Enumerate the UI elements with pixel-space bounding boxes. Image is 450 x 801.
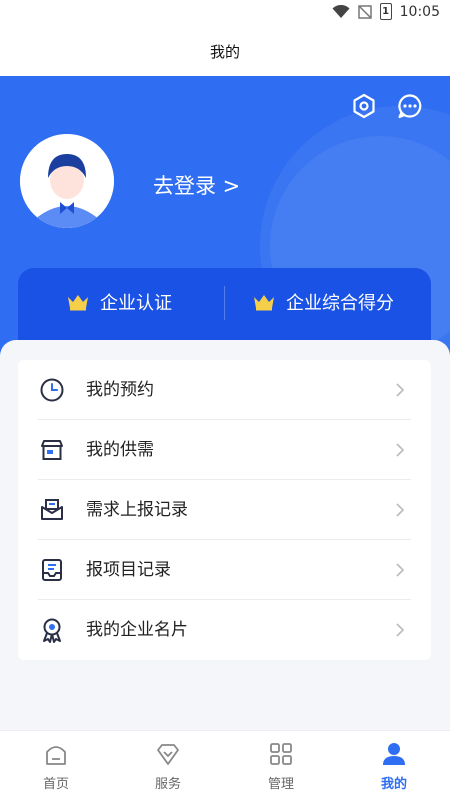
menu-item-appointments[interactable]: 我的预约 [18,360,431,420]
tab-mine[interactable]: 我的 [338,731,450,801]
menu-item-supply-demand[interactable]: 我的供需 [18,420,431,480]
tab-label: 我的 [380,777,407,792]
badge-icon [38,616,66,644]
tab-home[interactable]: 首页 [0,731,112,801]
profile-header: 去登录 > 企业认证 企业综合得分 [0,76,450,366]
status-time: 10:05 [399,3,440,20]
chevron-right-icon [396,623,405,637]
menu-list: 我的预约 我的供需 需求上报记录 报项目记录 我的企业名片 [18,360,431,660]
battery-icon: 1 [379,3,392,20]
menu-item-demand-report[interactable]: 需求上报记录 [18,480,431,540]
grid-icon [270,743,292,765]
tab-label: 首页 [42,777,69,792]
no-signal-icon [357,4,372,19]
login-link[interactable]: 去登录 > [153,170,240,200]
clock-icon [38,376,66,404]
menu-item-label: 报项目记录 [86,560,171,580]
wifi-icon [332,4,350,18]
menu-item-label: 我的供需 [86,440,154,460]
tab-services[interactable]: 服务 [112,731,224,801]
tab-manage[interactable]: 管理 [225,731,337,801]
inbox-icon [38,556,66,584]
menu-item-label: 需求上报记录 [86,500,188,520]
bottom-tab-bar: 首页 服务 管理 我的 [0,730,450,801]
store-icon [38,436,66,464]
menu-item-label: 我的企业名片 [86,620,188,640]
chevron-right-icon [396,563,405,577]
tab-label: 服务 [154,777,181,792]
crown-icon [68,295,88,311]
page-title: 我的 [209,42,240,61]
tab-label: 管理 [267,777,294,792]
diamond-icon [157,744,179,765]
top-bar: 我的 [0,26,450,76]
content-panel: 我的预约 我的供需 需求上报记录 报项目记录 我的企业名片 [0,340,450,730]
status-icons: 1 10:05 [332,3,440,20]
menu-item-project-report[interactable]: 报项目记录 [18,540,431,600]
home-icon [46,746,66,765]
menu-item-business-card[interactable]: 我的企业名片 [18,600,431,660]
chevron-right-icon [396,443,405,457]
enterprise-cert-label: 企业认证 [100,293,172,314]
status-bar: 1 10:05 [0,0,450,26]
message-icon[interactable] [396,92,424,120]
divider [224,286,225,320]
mail-icon [38,496,66,524]
crown-icon [254,295,274,311]
settings-icon[interactable] [350,92,378,120]
enterprise-cert-button[interactable]: 企业认证 [66,268,172,336]
person-icon [383,743,405,765]
enterprise-score-button[interactable]: 企业综合得分 [252,268,394,336]
chevron-right-icon [396,503,405,517]
avatar[interactable] [20,134,114,228]
chevron-right-icon [396,383,405,397]
enterprise-score-label: 企业综合得分 [286,293,394,314]
menu-item-label: 我的预约 [86,380,154,400]
